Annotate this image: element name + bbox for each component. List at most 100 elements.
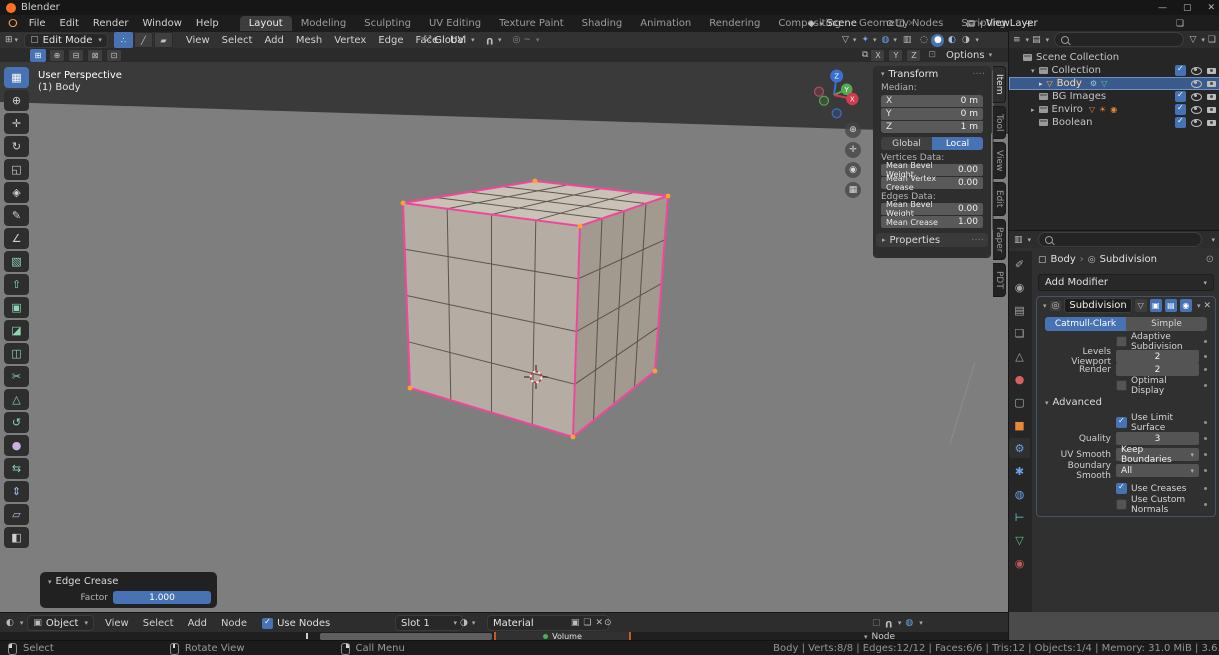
disable-render-icon[interactable] bbox=[1207, 80, 1216, 87]
editor-type-icon[interactable]: ◐ bbox=[6, 618, 14, 628]
snap-node-icon[interactable]: U bbox=[885, 618, 892, 628]
drag-handle-icon[interactable]: ···· bbox=[972, 69, 985, 80]
render-levels-field[interactable]: 2 bbox=[1116, 363, 1199, 376]
viewport-menu[interactable]: Edge bbox=[372, 35, 409, 46]
outliner-row-collection[interactable]: ▾ Collection bbox=[1009, 64, 1219, 77]
n-panel-tab[interactable]: Paper bbox=[993, 218, 1006, 261]
proportional-edit-icon[interactable]: ◎ bbox=[512, 35, 520, 45]
disable-render-icon[interactable] bbox=[1207, 67, 1216, 74]
animate-dot[interactable] bbox=[1204, 340, 1207, 343]
mirror-x-button[interactable]: X bbox=[870, 48, 886, 62]
tool-transform[interactable]: ◈ bbox=[4, 182, 29, 203]
select-subtract-icon[interactable]: ⊟ bbox=[68, 48, 84, 62]
tool-move[interactable]: ✛ bbox=[4, 113, 29, 134]
xray-toggle-icon[interactable]: ▥ bbox=[903, 35, 912, 45]
tab-physics-properties[interactable]: ◍ bbox=[1009, 484, 1030, 504]
node-header-partial[interactable] bbox=[320, 633, 492, 640]
use-limit-surface-checkbox[interactable] bbox=[1116, 416, 1127, 428]
shader-menu[interactable]: Select bbox=[136, 618, 181, 629]
viewlayer-selector[interactable]: ▤ ▾ ViewLayer ❏ bbox=[966, 18, 1184, 29]
scene-selector[interactable]: ◆ ▾ Scene ⊙ ❏ ✕ bbox=[808, 18, 915, 29]
use-custom-normals-checkbox[interactable] bbox=[1116, 499, 1127, 510]
editor-type-icon[interactable]: ⊞ bbox=[5, 35, 13, 45]
median-y-field[interactable]: Y0 m bbox=[881, 108, 983, 120]
animate-dot[interactable] bbox=[1204, 453, 1207, 456]
viewport-canvas[interactable]: Z Y X User Perspective (1) Body ▦ ⊕ ✛ ↻ ◱ ◈ ✎ ∠… bbox=[0, 62, 1008, 612]
proportional-falloff-icon[interactable]: ~ bbox=[523, 35, 531, 45]
tool-loop-cut[interactable]: ◫ bbox=[4, 343, 29, 364]
snap-magnet-icon[interactable]: U bbox=[486, 35, 493, 45]
use-nodes-checkbox[interactable] bbox=[262, 617, 274, 629]
uv-smooth-dropdown[interactable]: Keep Boundaries ▾ bbox=[1116, 445, 1199, 465]
optimal-display-checkbox[interactable] bbox=[1116, 380, 1127, 391]
local-button[interactable]: Local bbox=[932, 137, 983, 150]
tool-smooth[interactable]: ● bbox=[4, 435, 29, 456]
show-on-cage-toggle[interactable]: ▽ bbox=[1134, 299, 1147, 312]
boundary-smooth-dropdown[interactable]: All ▾ bbox=[1116, 464, 1199, 477]
workspace-tab[interactable]: Animation bbox=[631, 16, 700, 31]
menubar-menu[interactable]: Window bbox=[135, 18, 188, 29]
new-material-icon[interactable]: ❏ bbox=[583, 618, 591, 628]
workspace-tab[interactable]: Shading bbox=[573, 16, 632, 31]
tab-constraints-properties[interactable]: ⊢ bbox=[1009, 507, 1030, 527]
outliner-row-scene-collection[interactable]: Scene Collection bbox=[1009, 51, 1219, 64]
n-panel-tab[interactable]: Item bbox=[993, 66, 1006, 103]
filter-icon[interactable]: ▽ bbox=[1189, 35, 1196, 45]
animate-dot[interactable] bbox=[1204, 503, 1207, 506]
shader-type-dropdown[interactable]: ▣ Object ▾ bbox=[27, 615, 94, 631]
vertex-select-mode-button[interactable]: ∴ bbox=[113, 32, 133, 48]
tab-tool-properties[interactable]: ✐ bbox=[1009, 254, 1030, 274]
n-panel-tab[interactable]: Tool bbox=[993, 105, 1006, 139]
n-panel-tab[interactable]: View bbox=[993, 141, 1006, 180]
show-in-editmode-toggle[interactable]: ▣ bbox=[1149, 299, 1162, 312]
median-x-field[interactable]: X0 m bbox=[881, 95, 983, 107]
new-viewlayer-icon[interactable]: ❏ bbox=[1176, 19, 1184, 29]
disable-render-icon[interactable] bbox=[1207, 93, 1216, 100]
adaptive-subdivision-checkbox[interactable] bbox=[1116, 336, 1127, 347]
options-dropdown[interactable]: Options bbox=[946, 50, 985, 61]
tool-extrude-region[interactable]: ⇧ bbox=[4, 274, 29, 295]
median-z-field[interactable]: Z1 m bbox=[881, 121, 983, 133]
menubar-menu[interactable]: File bbox=[22, 18, 53, 29]
global-button[interactable]: Global bbox=[881, 137, 932, 150]
hide-viewport-icon[interactable] bbox=[1191, 79, 1202, 88]
disable-render-icon[interactable] bbox=[1207, 119, 1216, 126]
collection-checkbox[interactable] bbox=[1175, 116, 1186, 128]
pin-icon[interactable]: ⊙ bbox=[1206, 254, 1214, 265]
tab-scene-properties[interactable]: △ bbox=[1009, 346, 1030, 366]
selectability-filter-icon[interactable]: ▽ bbox=[842, 35, 849, 45]
solid-shading-icon[interactable]: ● bbox=[931, 33, 945, 47]
pin-scene-icon[interactable]: ⊙ bbox=[886, 19, 894, 29]
animate-dot[interactable] bbox=[1204, 384, 1207, 387]
material-name-field[interactable]: Material ▣ ❏ ✕ bbox=[487, 615, 609, 631]
editor-type-icon[interactable]: ▥ bbox=[1014, 235, 1023, 245]
animate-dot[interactable] bbox=[1204, 368, 1207, 371]
mode-dropdown[interactable]: ▢ Edit Mode ▾ bbox=[24, 32, 108, 48]
animate-dot[interactable] bbox=[1204, 355, 1207, 358]
mean-vertex-crease-field[interactable]: Mean Vertex Crease 0.00 bbox=[881, 174, 983, 192]
outliner-search-input[interactable] bbox=[1054, 32, 1185, 47]
display-mode-icon[interactable]: ▤ bbox=[1032, 35, 1041, 45]
toggle-ortho-icon[interactable]: ▦ bbox=[845, 182, 861, 198]
editor-type-icon[interactable]: ≡ bbox=[1013, 35, 1021, 45]
tool-knife[interactable]: ✂ bbox=[4, 366, 29, 387]
tab-modifier-properties[interactable]: ⚙ bbox=[1009, 438, 1030, 458]
parent-node-icon[interactable]: ▢ bbox=[872, 618, 881, 628]
n-panel-tab[interactable]: Edit bbox=[993, 182, 1006, 216]
material-shading-icon[interactable]: ◐ bbox=[945, 34, 958, 47]
animate-dot[interactable] bbox=[1204, 421, 1207, 424]
unlink-material-icon[interactable]: ✕ bbox=[595, 618, 603, 628]
tab-object-properties[interactable]: ■ bbox=[1009, 415, 1030, 435]
tool-add-cube[interactable]: ▧ bbox=[4, 251, 29, 272]
tab-material-properties[interactable]: ◉ bbox=[1009, 553, 1030, 573]
workspace-tab[interactable]: Texture Paint bbox=[490, 16, 573, 31]
animate-dot[interactable] bbox=[1204, 437, 1207, 440]
viewport-menu[interactable]: Add bbox=[258, 35, 289, 46]
material-icon[interactable]: ◑ bbox=[460, 618, 468, 628]
mean-crease-field[interactable]: Mean Crease 1.00 bbox=[881, 216, 983, 228]
transform-panel-header[interactable]: ▾ Transform ···· bbox=[873, 66, 991, 82]
workspace-tab[interactable]: Rendering bbox=[700, 16, 769, 31]
modifier-extras-icon[interactable]: ▾ bbox=[1197, 302, 1201, 310]
blender-menu-icon[interactable]: ⵔ bbox=[8, 17, 18, 30]
factor-slider[interactable]: 1.000 bbox=[113, 591, 211, 604]
